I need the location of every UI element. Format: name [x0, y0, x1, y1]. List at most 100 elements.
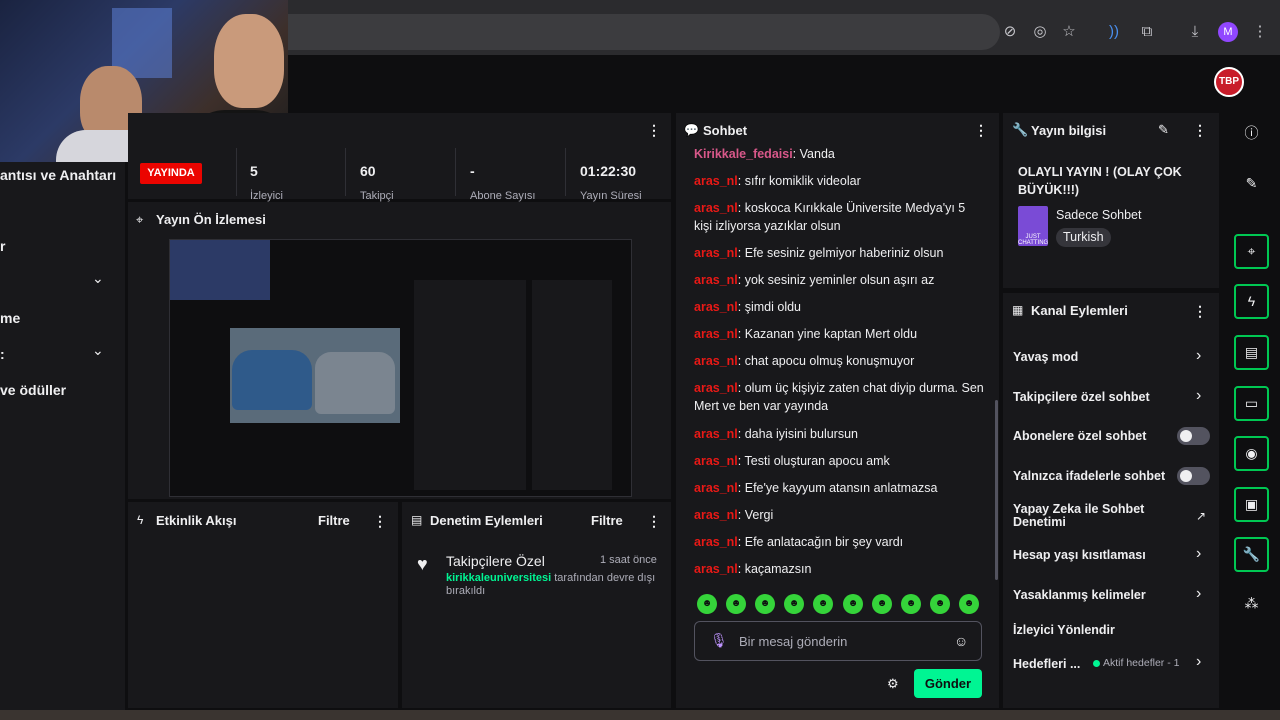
extensions-icon[interactable]: ⧉: [1137, 22, 1157, 42]
chat-message: aras_nl: Efe sesiniz gelmiyor haberiniz …: [694, 246, 944, 260]
activity-feed-title: Etkinlik Akışı: [156, 513, 237, 528]
emote-icon[interactable]: ☻: [930, 594, 950, 614]
chat-text: yok sesiniz yeminler olsun aşırı az: [744, 273, 935, 287]
gear-icon[interactable]: ⚙: [887, 676, 899, 692]
channel-actions-more-icon[interactable]: ⋮: [1193, 303, 1207, 320]
chat-more-icon[interactable]: ⋮: [974, 122, 988, 139]
stats-more-icon[interactable]: ⋮: [647, 122, 661, 139]
browser-menu-icon[interactable]: ⋮: [1250, 22, 1270, 42]
left-nav-item-2[interactable]: me: [0, 310, 20, 326]
chat-message: aras_nl: yok sesiniz yeminler olsun aşır…: [694, 273, 935, 287]
stream-info-more-icon[interactable]: ⋮: [1193, 122, 1207, 139]
emote-only-toggle[interactable]: [1177, 467, 1210, 485]
chevron-down-icon[interactable]: ⌄: [92, 270, 104, 287]
chat-scrollbar[interactable]: [995, 400, 998, 580]
left-nav-item-stream-key[interactable]: antısı ve Anahtarı: [0, 167, 116, 183]
subscribers-only-toggle[interactable]: [1177, 427, 1210, 445]
notes-icon[interactable]: ▤: [1234, 335, 1269, 370]
left-nav-item-1[interactable]: r: [0, 238, 5, 254]
chat-message: aras_nl: Vergi: [694, 508, 774, 522]
chat-message: aras_nl: olum üç kişiyiz zaten chat diyi…: [694, 381, 984, 413]
chat-message: aras_nl: Efe anlatacağın bir şey vardı: [694, 535, 904, 549]
chevron-right-icon[interactable]: ›: [1196, 387, 1201, 405]
emote-icon[interactable]: ☻: [872, 594, 892, 614]
emote-icon[interactable]: ☻: [959, 594, 979, 614]
activity-feed-filter-button[interactable]: Filtre: [318, 513, 350, 528]
chat-message: aras_nl: daha iyisini bulursun: [694, 427, 858, 441]
slow-mode-action[interactable]: Yavaş mod: [1013, 350, 1078, 364]
chevron-right-icon[interactable]: ›: [1196, 347, 1201, 365]
chat-username[interactable]: aras_nl: [694, 201, 738, 215]
stream-preview-video[interactable]: [169, 239, 632, 497]
chat-username[interactable]: aras_nl: [694, 354, 738, 368]
emote-icon[interactable]: ☻: [901, 594, 921, 614]
screenshot-icon[interactable]: ⌖: [1234, 234, 1269, 269]
chat-username[interactable]: aras_nl: [694, 508, 738, 522]
chat-username[interactable]: aras_nl: [694, 427, 738, 441]
chevron-right-icon[interactable]: ›: [1196, 585, 1201, 603]
followers-only-action[interactable]: Takipçilere özel sohbet: [1013, 390, 1150, 404]
chat-bubble-icon: 💬: [684, 123, 699, 137]
download-icon[interactable]: ⤓: [1185, 22, 1205, 42]
chat-username[interactable]: aras_nl: [694, 174, 738, 188]
emote-icon[interactable]: ☻: [726, 594, 746, 614]
mod-actions-filter-button[interactable]: Filtre: [591, 513, 623, 528]
emote-icon[interactable]: ☻: [784, 594, 804, 614]
goals-action[interactable]: Hedefleri ...: [1013, 657, 1080, 671]
lightning-icon[interactable]: ϟ: [1234, 284, 1269, 319]
chat-username[interactable]: aras_nl: [694, 300, 738, 314]
emote-icon[interactable]: ☻: [813, 594, 833, 614]
chat-username[interactable]: Kirikkale_fedaisi: [694, 147, 793, 161]
profile-avatar[interactable]: M: [1218, 22, 1238, 42]
left-nav-item-3[interactable]: :: [0, 346, 5, 362]
send-button[interactable]: Gönder: [914, 669, 982, 698]
chevron-right-icon[interactable]: ›: [1196, 545, 1201, 563]
chat-username[interactable]: aras_nl: [694, 454, 738, 468]
follower-label: Takipçi: [360, 190, 394, 202]
chat-username[interactable]: aras_nl: [694, 273, 738, 287]
chat-username[interactable]: aras_nl: [694, 327, 738, 341]
chat-message: aras_nl: kaçamazsın: [694, 562, 812, 576]
tracking-off-icon[interactable]: ⊘: [1000, 22, 1020, 42]
star-icon[interactable]: ☆: [1059, 22, 1079, 42]
raid-action[interactable]: İzleyici Yönlendir: [1013, 623, 1115, 637]
emote-icon[interactable]: ☻: [755, 594, 775, 614]
mod-entry-user[interactable]: kirikkaleuniversitesi: [446, 572, 551, 584]
camera-icon[interactable]: ▣: [1234, 487, 1269, 522]
emote-icon[interactable]: ☻: [697, 594, 717, 614]
channel-logo[interactable]: TBP: [1214, 67, 1244, 97]
category-name[interactable]: Sadece Sohbet: [1056, 208, 1142, 222]
chat-username[interactable]: aras_nl: [694, 246, 738, 260]
wrench-icon[interactable]: 🔧: [1234, 537, 1269, 572]
chat-username[interactable]: aras_nl: [694, 535, 738, 549]
external-link-icon[interactable]: ↗: [1196, 509, 1206, 523]
chat-text: Vanda: [799, 147, 835, 161]
chat-username[interactable]: aras_nl: [694, 481, 738, 495]
pencil-icon[interactable]: ✎: [1158, 122, 1169, 138]
account-age-action[interactable]: Hesap yaşı kısıtlaması: [1013, 548, 1146, 562]
divider: [455, 148, 456, 196]
activity-feed-more-icon[interactable]: ⋮: [373, 513, 387, 530]
emote-icon[interactable]: ☻: [843, 594, 863, 614]
chevron-right-icon[interactable]: ›: [1196, 653, 1201, 671]
chat-username[interactable]: aras_nl: [694, 381, 738, 395]
info-icon[interactable]: ⓘ: [1234, 118, 1269, 153]
ai-moderation-action[interactable]: Yapay Zeka ile Sohbet Denetimi: [1013, 503, 1163, 529]
emoji-icon[interactable]: ☺: [954, 633, 968, 649]
share-icon[interactable]: ⁂: [1234, 588, 1269, 623]
eye-off-icon[interactable]: ◎: [1030, 22, 1050, 42]
language-tag[interactable]: Turkish: [1056, 228, 1111, 247]
banned-words-action[interactable]: Yasaklanmış kelimeler: [1013, 588, 1146, 602]
broadcast-icon[interactable]: ◉: [1234, 436, 1269, 471]
chevron-down-icon[interactable]: ⌄: [92, 342, 104, 359]
chat-username[interactable]: aras_nl: [694, 562, 738, 576]
pencil-icon[interactable]: ✎: [1234, 168, 1269, 203]
chat-bubble-icon[interactable]: ▭: [1234, 386, 1269, 421]
left-nav-item-rewards[interactable]: ve ödüller: [0, 382, 66, 398]
cast-icon[interactable]: )): [1104, 22, 1124, 42]
subscriber-label: Abone Sayısı: [470, 190, 536, 202]
address-bar[interactable]: [255, 14, 1000, 50]
microphone-icon[interactable]: 🎙: [710, 632, 728, 649]
mod-actions-more-icon[interactable]: ⋮: [647, 513, 661, 530]
category-box-art[interactable]: JUST CHATTING: [1018, 206, 1048, 246]
